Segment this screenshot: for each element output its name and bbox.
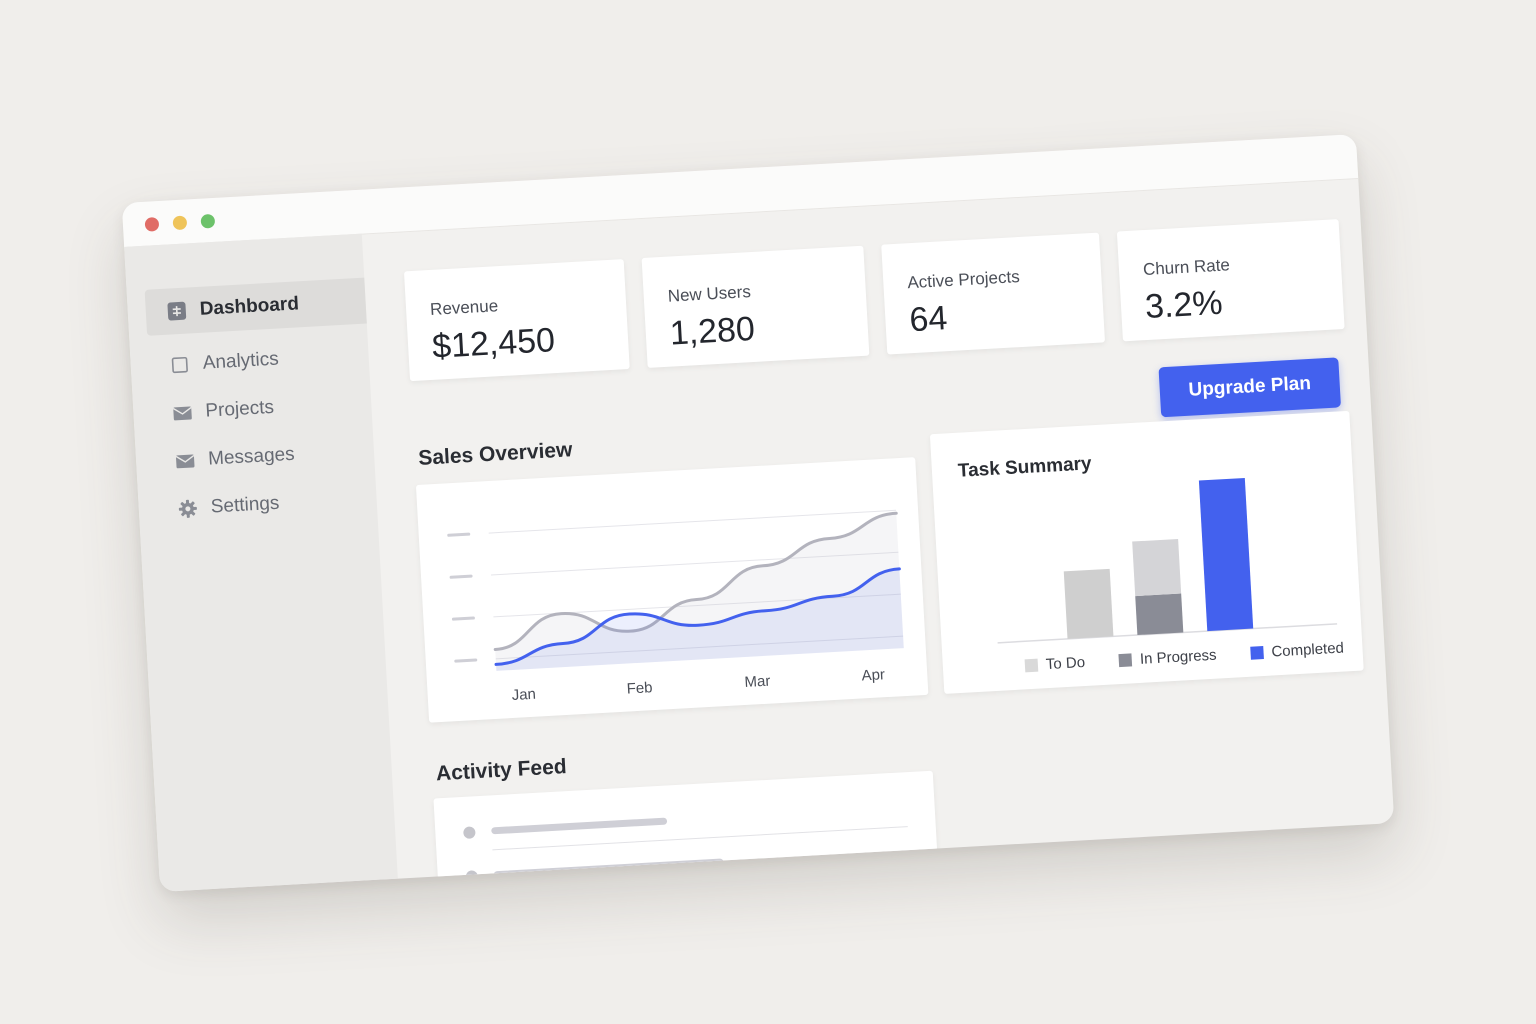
y-tick-mark	[449, 574, 473, 579]
activity-divider	[494, 870, 911, 892]
maximize-window-button[interactable]	[200, 213, 216, 229]
stat-label: Active Projects	[906, 267, 1021, 293]
grid-line	[488, 509, 897, 534]
stat-card-new-users[interactable]: New Users 1,280	[641, 245, 870, 368]
bar	[1135, 593, 1184, 636]
sidebar: Dashboard Analytics Projects Messages Se…	[124, 233, 398, 892]
stat-value: $12,450	[431, 321, 556, 366]
sidebar-item-settings[interactable]: Settings	[156, 475, 378, 533]
bar	[1132, 538, 1182, 597]
activity-feed-title: Activity Feed	[435, 755, 568, 786]
activity-item-dot	[463, 826, 476, 839]
legend-swatch	[1024, 658, 1039, 673]
activity-item-dot	[465, 870, 479, 883]
activity-feed-panel	[433, 770, 941, 892]
gear-icon	[176, 497, 199, 520]
y-tick-mark	[454, 658, 478, 663]
x-tick-label: Apr	[861, 666, 885, 684]
upgrade-plan-button[interactable]: Upgrade Plan	[1158, 357, 1342, 418]
bar	[1063, 568, 1114, 639]
close-window-button[interactable]	[144, 217, 160, 232]
folder-icon	[171, 401, 194, 424]
sidebar-item-label: Settings	[210, 492, 280, 518]
sidebar-item-label: Messages	[207, 443, 296, 470]
stat-label: Churn Rate	[1142, 255, 1231, 280]
activity-item-placeholder	[493, 858, 724, 879]
legend-swatch	[1118, 653, 1133, 668]
stat-card-churn-rate[interactable]: Churn Rate 3.2%	[1116, 219, 1345, 342]
stat-value: 64	[908, 299, 949, 340]
sidebar-item-label: Dashboard	[199, 293, 300, 320]
dashboard-icon	[165, 300, 188, 323]
y-tick-mark	[451, 616, 475, 621]
sidebar-item-dashboard[interactable]: Dashboard	[144, 277, 367, 336]
bar	[1198, 477, 1254, 632]
minimize-window-button[interactable]	[172, 215, 188, 231]
main-content: Revenue $12,450 New Users 1,280 Active P…	[362, 178, 1395, 892]
legend-item-to-do: To Do	[1024, 653, 1086, 674]
x-tick-label: Mar	[744, 673, 771, 691]
stat-card-revenue[interactable]: Revenue $12,450	[403, 259, 630, 382]
stat-card-active-projects[interactable]: Active Projects 64	[881, 232, 1106, 355]
legend-swatch	[1250, 646, 1264, 660]
stat-label: New Users	[667, 282, 752, 306]
stat-label: Revenue	[429, 296, 499, 319]
stat-value: 3.2%	[1144, 283, 1224, 327]
sidebar-item-label: Analytics	[202, 348, 280, 374]
activity-item-placeholder	[491, 817, 668, 835]
y-tick-mark	[447, 532, 471, 537]
stat-value: 1,280	[668, 309, 756, 353]
x-tick-label: Feb	[626, 679, 653, 697]
analytics-icon	[168, 353, 191, 376]
sidebar-item-label: Projects	[204, 396, 275, 422]
task-summary-panel: Task Summary To Do In Progress Completed	[929, 410, 1364, 694]
sales-overview-title: Sales Overview	[417, 438, 573, 470]
backdrop: Dashboard Analytics Projects Messages Se…	[0, 0, 1536, 1024]
x-tick-label: Jan	[511, 686, 536, 704]
sales-overview-chart: Jan Feb Mar Apr	[415, 457, 929, 723]
app-window: Dashboard Analytics Projects Messages Se…	[121, 134, 1395, 892]
mail-icon	[174, 449, 197, 472]
legend-label: To Do	[1045, 653, 1086, 674]
sales-chart-svg: Jan Feb Mar Apr	[447, 509, 904, 704]
